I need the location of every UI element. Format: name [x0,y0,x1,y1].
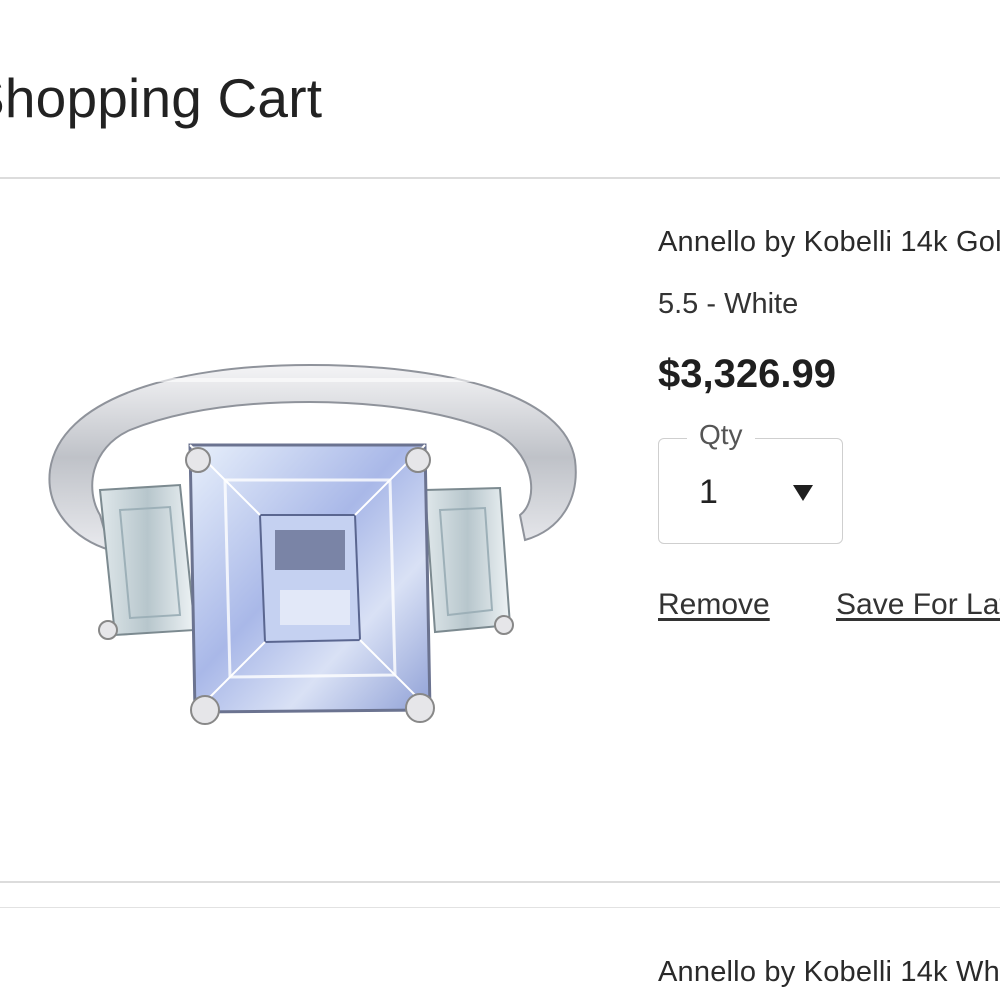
quantity-value: 1 [699,473,718,511]
product-variant: 5.5 - White [658,288,799,320]
quantity-select[interactable]: Qty 1 [658,417,843,544]
shopping-cart-page: Shopping Cart Annello by Kobelli 14k Gol… [0,0,1000,1000]
remove-link[interactable]: Remove [658,588,770,622]
item-divider-secondary [0,907,1000,908]
top-divider [0,177,1000,179]
quantity-label: Qty [687,417,755,453]
product-name[interactable]: Annello by Kobelli 14k Gold [658,226,1000,259]
triangle-down-icon [793,485,813,501]
product-name[interactable]: Annello by Kobelli 14k White [658,956,1000,989]
product-image-ring[interactable] [20,340,600,770]
product-price: $3,326.99 [658,352,836,396]
page-title: Shopping Cart [0,67,323,129]
item-divider [0,881,1000,883]
save-for-later-link[interactable]: Save For Later [836,588,1000,622]
